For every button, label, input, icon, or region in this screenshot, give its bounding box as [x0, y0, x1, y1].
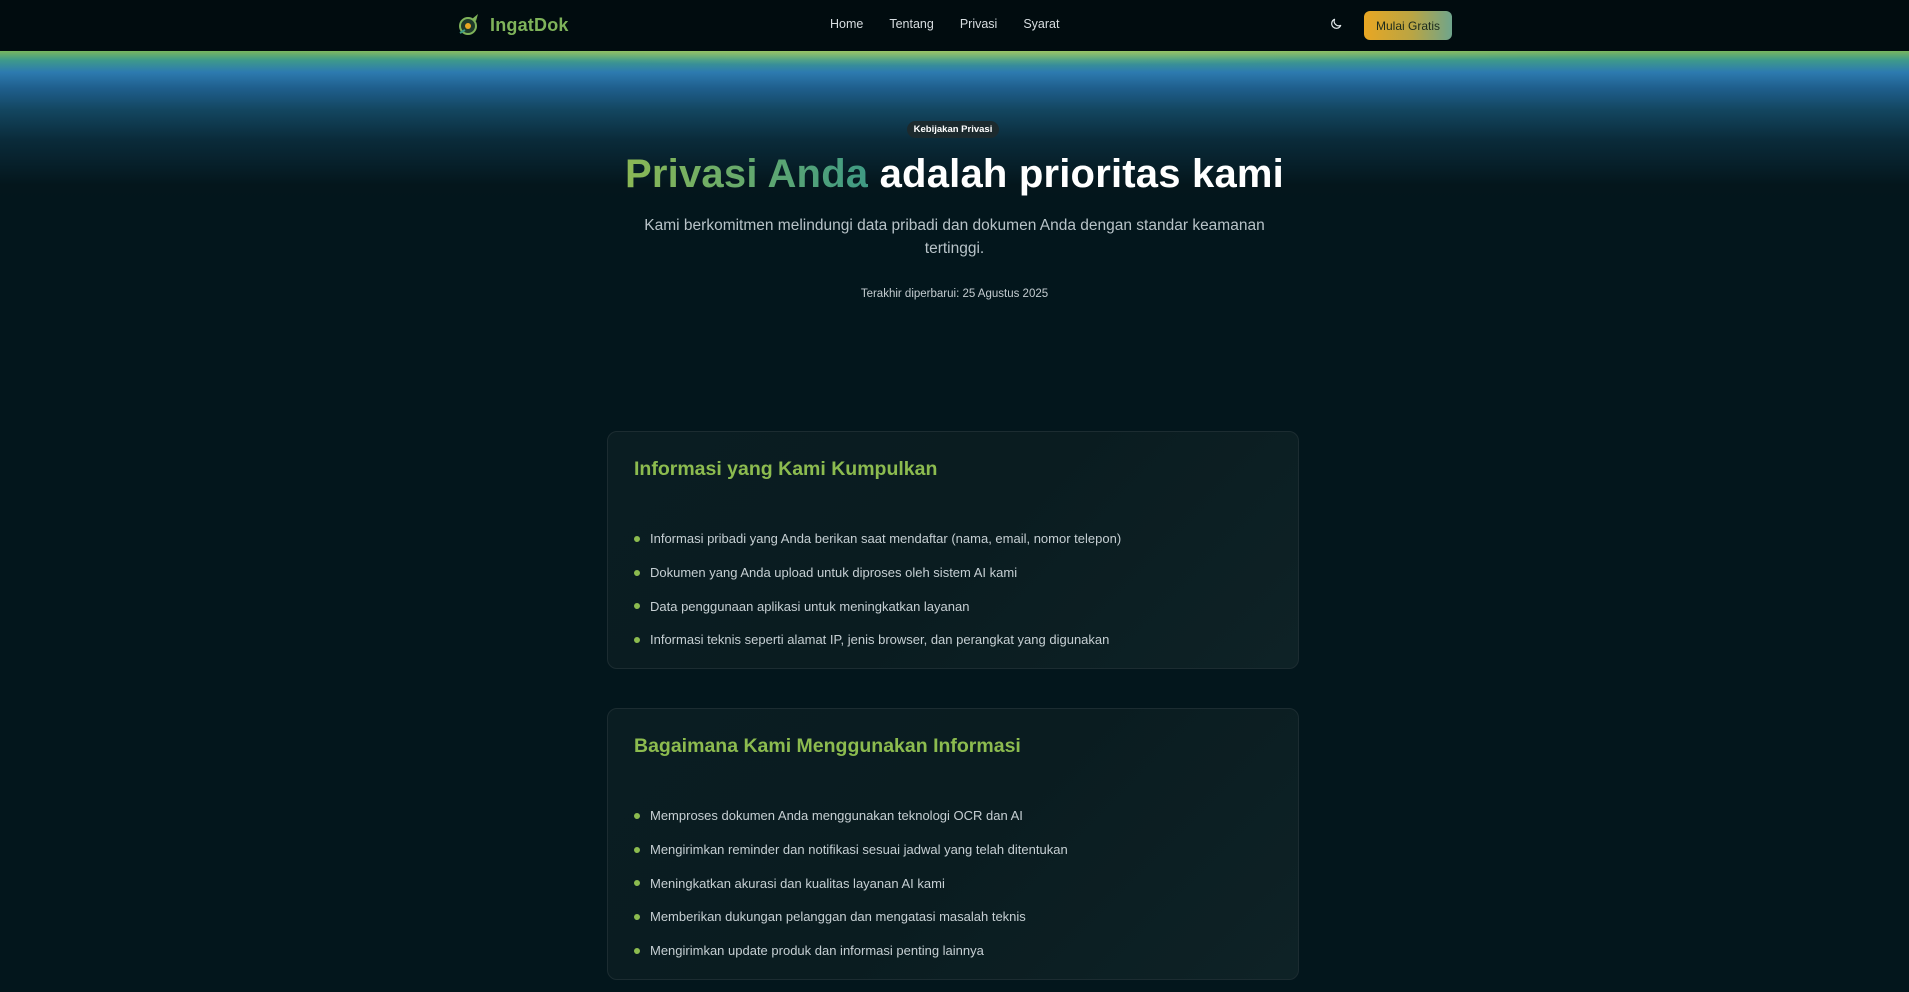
list-item: Informasi pribadi yang Anda berikan saat… [634, 522, 1121, 556]
bullet-icon [634, 636, 640, 643]
bullet-icon [634, 535, 640, 542]
list-item-text: Memberikan dukungan pelanggan dan mengat… [650, 909, 1026, 925]
list-item: Dokumen yang Anda upload untuk diproses … [634, 556, 1121, 590]
title-rest: adalah prioritas kami [879, 152, 1284, 196]
brand-name: IngatDok [490, 14, 569, 35]
list-item: Memberikan dukungan pelanggan dan mengat… [634, 900, 1068, 934]
list-item: Memproses dokumen Anda menggunakan tekno… [634, 799, 1068, 833]
title-accent: Privasi Anda [625, 152, 869, 196]
privacy-page: IngatDok Home Tentang Privasi Syarat Mul… [0, 0, 1909, 992]
bullet-icon [634, 603, 640, 610]
section-list: Informasi pribadi yang Anda berikan saat… [634, 522, 1121, 657]
section-card-info-usage: Bagaimana Kami Menggunakan Informasi Mem… [607, 708, 1299, 980]
privacy-policy-badge: Kebijakan Privasi [907, 121, 999, 138]
brand-logo[interactable]: IngatDok [456, 10, 569, 40]
bullet-icon [634, 846, 640, 853]
list-item-text: Informasi teknis seperti alamat IP, jeni… [650, 632, 1110, 648]
nav-home[interactable]: Home [830, 17, 863, 31]
bullet-icon [634, 812, 640, 819]
bullet-icon [634, 947, 640, 954]
page-title: Privasi Anda adalah prioritas kami [0, 152, 1909, 197]
list-item: Informasi teknis seperti alamat IP, jeni… [634, 623, 1121, 657]
list-item-text: Data penggunaan aplikasi untuk meningkat… [650, 598, 970, 614]
list-item: Meningkatkan akurasi dan kualitas layana… [634, 866, 1068, 900]
logo-icon [459, 14, 478, 35]
moon-icon [1331, 18, 1342, 29]
list-item-text: Mengirimkan reminder dan notifikasi sesu… [650, 842, 1068, 858]
top-navbar: IngatDok Home Tentang Privasi Syarat Mul… [0, 0, 1909, 51]
bullet-icon [634, 880, 640, 887]
hero-subtitle: Kami berkomitmen melindungi data pribadi… [644, 217, 1265, 257]
list-item: Data penggunaan aplikasi untuk meningkat… [634, 589, 1121, 623]
last-updated-text: Terakhir diperbarui: 25 Agustus 2025 [860, 288, 1049, 300]
start-free-button[interactable]: Mulai Gratis [1364, 11, 1452, 40]
section-title: Bagaimana Kami Menggunakan Informasi [634, 735, 1021, 757]
main-nav: Home Tentang Privasi Syarat [830, 17, 1059, 31]
list-item-text: Dokumen yang Anda upload untuk diproses … [650, 565, 1018, 581]
bullet-icon [634, 913, 640, 920]
section-title: Informasi yang Kami Kumpulkan [634, 458, 938, 480]
section-card-collected-info: Informasi yang Kami Kumpulkan Informasi … [607, 431, 1299, 669]
list-item: Mengirimkan update produk dan informasi … [634, 934, 1068, 968]
list-item-text: Memproses dokumen Anda menggunakan tekno… [650, 808, 1023, 824]
list-item: Mengirimkan reminder dan notifikasi sesu… [634, 833, 1068, 867]
list-item-text: Informasi pribadi yang Anda berikan saat… [650, 531, 1122, 547]
list-item-text: Mengirimkan update produk dan informasi … [650, 943, 984, 959]
list-item-text: Meningkatkan akurasi dan kualitas layana… [650, 875, 945, 891]
bullet-icon [634, 569, 640, 576]
section-list: Memproses dokumen Anda menggunakan tekno… [634, 799, 1068, 967]
nav-tentang[interactable]: Tentang [889, 17, 933, 31]
nav-privasi[interactable]: Privasi [960, 17, 998, 31]
theme-toggle-button[interactable] [1326, 14, 1346, 34]
nav-syarat[interactable]: Syarat [1023, 17, 1059, 31]
